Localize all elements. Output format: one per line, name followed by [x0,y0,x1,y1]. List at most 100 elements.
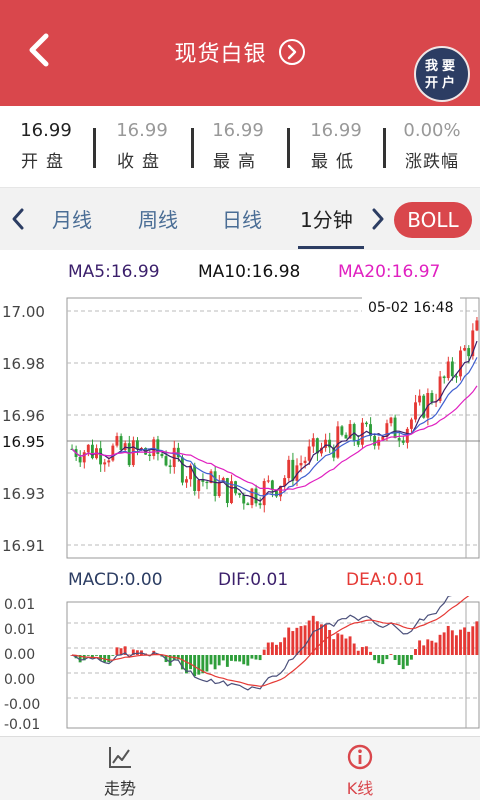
candle-body [463,348,467,351]
candle-body [409,419,413,429]
candle-body [217,481,221,497]
macd-histogram-bar [95,655,98,656]
ma20-legend: MA20:16.97 [338,262,441,282]
macd-histogram-bar [295,627,299,655]
macd-histogram-bar [348,636,352,655]
macd-histogram-bar [475,621,479,655]
boll-indicator-button[interactable]: BOLL [394,202,472,238]
candle-body [311,438,315,447]
macd-histogram-bar [369,651,372,655]
candle-body [168,465,172,467]
macd-histogram-bar [238,655,242,662]
candle-body [442,376,446,379]
candle-body [262,481,266,506]
candle-body [180,457,184,483]
stat-high: 16.99 最高 [198,120,278,172]
nav-trend[interactable]: 走势 [60,743,180,799]
tab-daily[interactable]: 日线 [222,204,262,233]
macd-histogram-bar [115,647,119,655]
macd-histogram-bar [234,655,237,662]
candle-body [303,460,307,464]
candle-body [430,392,434,403]
candle-body [99,448,103,465]
macd-histogram-bar [205,655,209,672]
candle-body [356,440,360,445]
macd-histogram-bar [340,634,344,655]
candle-body [90,444,94,459]
candle-body [242,495,246,504]
macd-histogram-bar [430,640,434,655]
macd-histogram-bar [397,655,401,665]
open-account-line1: 我要 [424,59,459,74]
candle-body [246,503,250,506]
candle-body [193,465,197,491]
macd-histogram-bar [262,649,266,655]
candle-body [364,422,368,425]
macd-histogram-bar [442,632,446,655]
macd-histogram-bar [360,647,364,655]
candlestick-chart[interactable]: 17.00 16.98 16.96 16.95 16.93 16.91 05-02 16:4… [0,290,480,562]
macd-tick-label: 0.00 [4,647,35,663]
candle-body [389,417,393,424]
open-account-button[interactable]: 我要 开户 [414,46,470,102]
candle-body [205,481,209,484]
macd-histogram-bar [450,630,454,655]
candle-body [258,503,262,506]
macd-tick-label: -0.01 [4,717,40,732]
macd-histogram-bar [414,649,417,655]
candle-body [414,402,417,420]
candle-body [127,443,131,466]
nav-kline[interactable]: K线 [300,743,420,799]
macd-histogram-bar [381,655,385,665]
tab-monthly[interactable]: 月线 [52,204,92,233]
macd-tick-label: 0.00 [4,672,35,688]
candle-body [307,446,311,461]
price-tick-label: 16.98 [2,355,45,373]
macd-histogram-bar [242,655,246,665]
macd-histogram-bar [230,655,233,661]
macd-histogram-bar [291,631,295,655]
candle-body [397,438,401,441]
active-tab-indicator [298,246,364,249]
macd-histogram-bar [352,643,356,655]
macd-histogram-bar [332,639,336,655]
macd-histogram-bar [311,615,315,655]
macd-histogram-bar [459,629,462,655]
candle-body [119,436,123,450]
candle-body [291,459,295,481]
chevron-left-icon[interactable] [8,206,28,232]
app-header: 现货白银 我要 开户 [0,0,480,106]
macd-histogram-bar [467,631,471,655]
macd-histogram-bar [454,635,458,655]
macd-histogram-bar [250,655,254,659]
macd-histogram-bar [270,642,274,655]
candle-body [164,456,168,466]
stat-divider [191,128,194,168]
chevron-right-circle-icon[interactable] [278,38,306,66]
page-title: 现货白银 [174,42,267,67]
candle-body [238,493,242,496]
nav-trend-label: 走势 [103,779,136,798]
line-chart-icon [109,747,131,768]
macd-histogram-bar [258,655,262,661]
chevron-right-icon[interactable] [368,206,388,232]
tab-1min[interactable]: 1分钟 [300,204,353,233]
macd-histogram-bar [471,626,475,655]
bottom-nav: 走势 K线 [0,736,480,800]
stat-change: 0.00% 涨跌幅 [392,120,472,172]
macd-tick-label: 0.01 [4,622,35,638]
ma10-legend: MA10:16.98 [198,262,301,282]
macd-histogram-bar [221,655,225,661]
candle-body [148,454,152,457]
info-circle-icon [347,744,373,770]
candle-body [197,480,201,491]
tab-weekly[interactable]: 周线 [138,204,178,233]
macd-chart[interactable]: 0.01 0.01 0.00 0.00 -0.00 -0.01 [0,596,480,732]
timestamp-label: 05-02 16:48 [368,300,453,316]
macd-histogram-bar [197,655,201,675]
macd-histogram-bar [434,642,438,655]
macd-histogram-bar [266,642,270,655]
stat-low-value: 16.99 [310,120,362,141]
macd-histogram-bar [401,655,405,670]
macd-histogram-bar [336,633,340,655]
